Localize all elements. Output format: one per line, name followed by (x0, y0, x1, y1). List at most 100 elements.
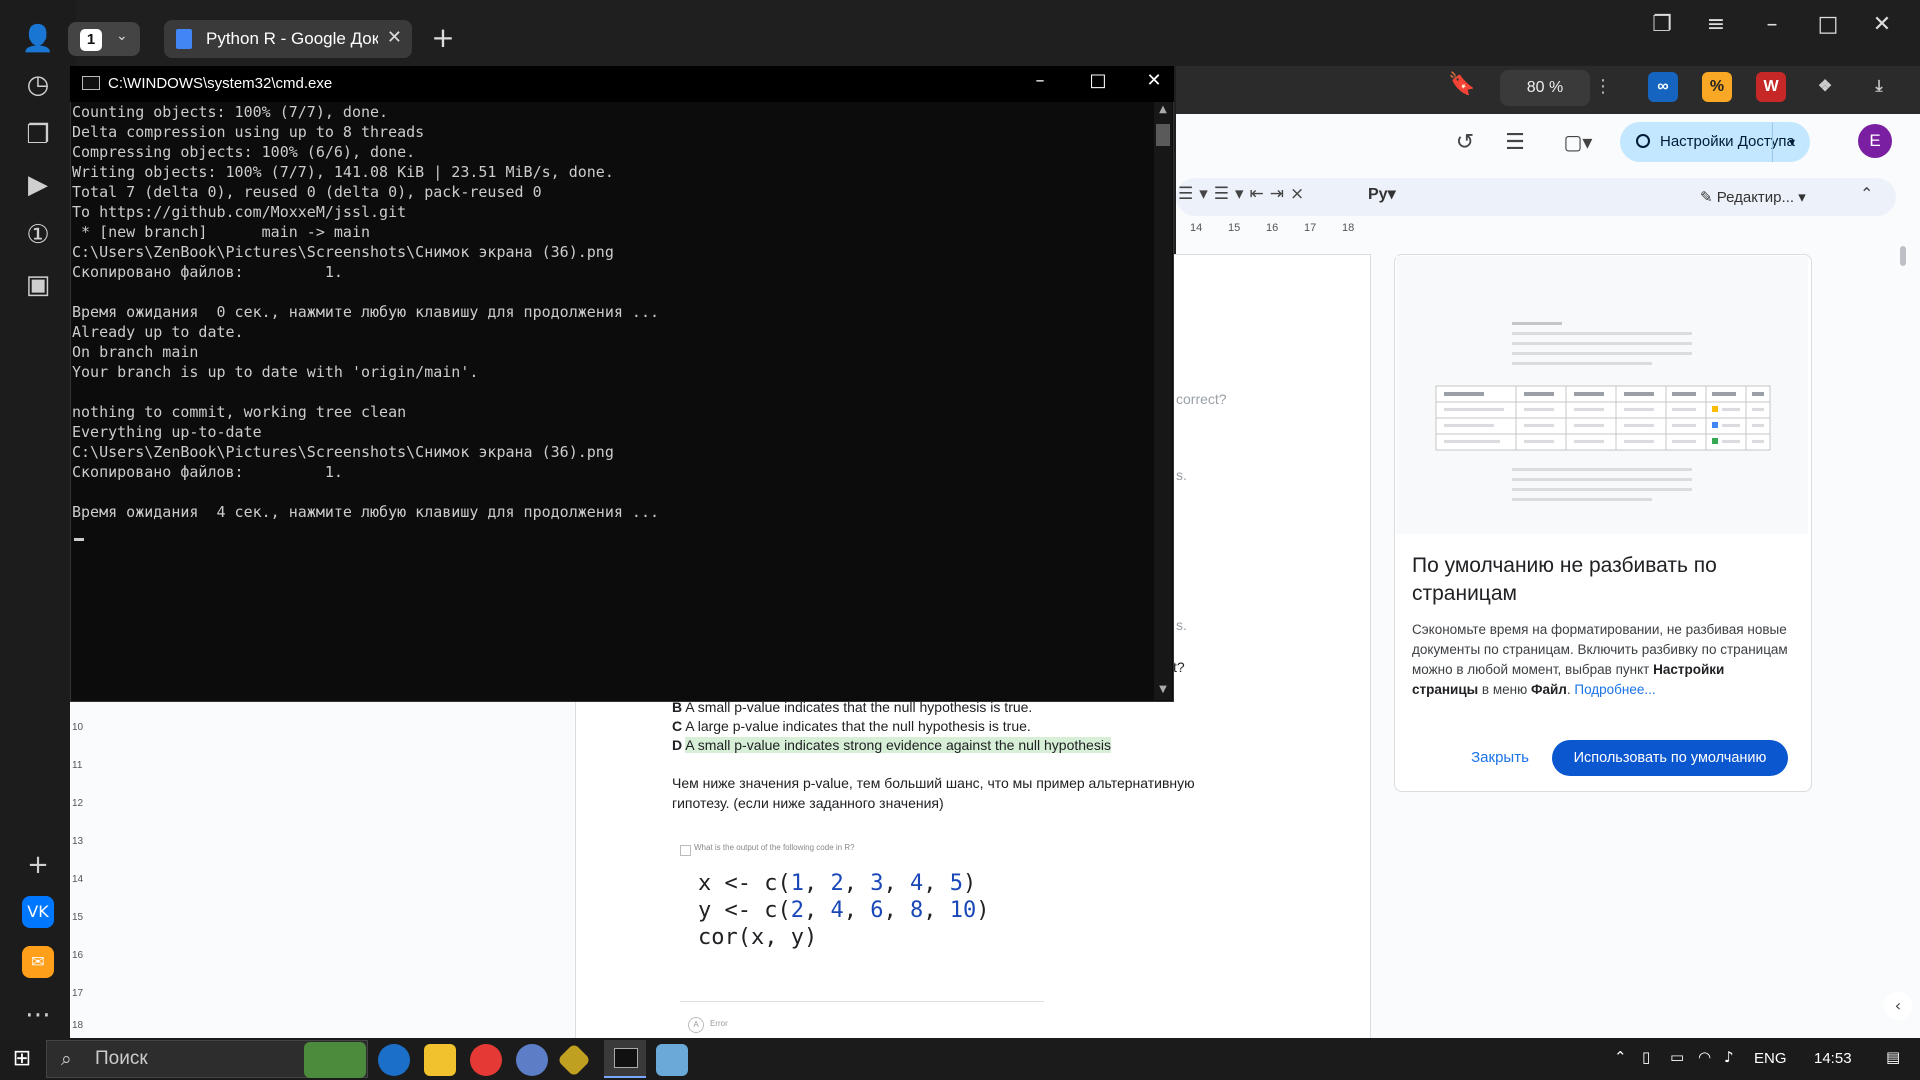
new-tab-button[interactable]: + (428, 24, 458, 54)
edge-icon[interactable] (378, 1044, 410, 1076)
vk-icon[interactable]: VK (22, 896, 54, 928)
windows-start-icon[interactable]: ⊞ (0, 1038, 44, 1080)
cmd-title: C:\WINDOWS\system32\cmd.exe (108, 75, 333, 92)
r-studio-icon[interactable] (516, 1044, 548, 1076)
yandex-browser-icon[interactable] (470, 1044, 502, 1076)
bookmark-icon[interactable]: 🔖 (1448, 72, 1476, 100)
comments-icon[interactable]: ☰ (1500, 130, 1530, 160)
card-text-bold: Файл (1530, 682, 1567, 697)
editing-mode-dropdown[interactable]: ✎ Редактир... ▾ (1700, 182, 1820, 212)
option-text-highlighted: A small p-value indicates strong evidenc… (685, 737, 1111, 753)
ruler-mark: 16 (1266, 222, 1279, 234)
divider (680, 1001, 1044, 1002)
pencil-icon: ✎ (1700, 188, 1713, 206)
close-card-button[interactable]: Закрыть (1468, 740, 1532, 776)
tab-google-docs[interactable]: Python R - Google Доку ✕ (164, 20, 412, 58)
cmd-line: Counting objects: 100% (7/7), done. (72, 103, 389, 121)
menu-icon[interactable]: ≡ (1696, 10, 1736, 40)
minimize-icon[interactable]: – (1752, 10, 1792, 40)
cmd-cursor (74, 538, 84, 541)
notifications-icon[interactable]: ▤ (1886, 1048, 1900, 1066)
table-illustration (1396, 256, 1808, 534)
extension-percent-icon[interactable]: % (1702, 72, 1732, 102)
zoom-indicator[interactable]: 80 % (1500, 70, 1590, 106)
language-indicator[interactable]: ENG (1754, 1050, 1787, 1067)
version-history-icon[interactable]: ↺ (1450, 130, 1480, 160)
ruler-mark: 12 (72, 798, 84, 809)
mail-icon[interactable]: ✉ (22, 946, 54, 978)
code-prefix: y <- c( (698, 898, 791, 923)
bookmarks-panel-icon[interactable]: ❐ (1642, 10, 1682, 40)
share-dropdown-icon[interactable]: ▾ (1772, 122, 1811, 162)
code-line-2: y <- c(2, 4, 6, 8, 10) (698, 898, 990, 923)
clock[interactable]: 14:53 (1814, 1050, 1852, 1067)
extension-infinity-icon[interactable]: ∞ (1648, 72, 1678, 102)
volume-icon[interactable]: ♪ (1724, 1048, 1734, 1066)
tab-group-counter[interactable]: 1 ⌄ (68, 22, 140, 56)
cmd-minimize-icon[interactable]: – (1020, 70, 1060, 98)
extensions-puzzle-icon[interactable]: ❖ (1810, 72, 1840, 102)
tab-count-icon[interactable]: ① (19, 216, 57, 254)
more-icon[interactable]: ⋯ (19, 996, 57, 1034)
file-explorer-icon[interactable] (424, 1044, 456, 1076)
list-indent-tools[interactable]: ☰▾☰▾⇤⇥⨯ (1178, 184, 1398, 210)
code-line-3: cor(x, y) (698, 925, 818, 950)
history-icon[interactable]: ◷ (19, 66, 57, 104)
play-icon[interactable]: ▶ (19, 166, 57, 204)
maximize-icon[interactable]: □ (1808, 10, 1848, 40)
cmd-maximize-icon[interactable]: □ (1078, 70, 1118, 98)
collections-icon[interactable]: ❐ (19, 116, 57, 154)
doc-fragment: correct? (1176, 391, 1227, 407)
screenshot-icon[interactable]: ▣ (19, 266, 57, 304)
extension-w-icon[interactable]: W (1756, 72, 1786, 102)
search-highlight-image (304, 1042, 366, 1078)
cmd-scroll-thumb[interactable] (1156, 124, 1170, 146)
input-tools-button[interactable]: Pу▾ (1368, 184, 1408, 210)
ruler-mark: 11 (72, 760, 83, 771)
code-prefix: x <- c( (698, 871, 791, 896)
scroll-up-icon[interactable]: ▲ (1156, 104, 1170, 118)
code-number: 4 (909, 871, 924, 896)
code-number: 2 (790, 898, 804, 923)
tray-chevron-icon[interactable]: ⌃ (1614, 1048, 1627, 1066)
wifi-icon[interactable]: ◠ (1698, 1048, 1711, 1066)
ruler-mark: 18 (1342, 222, 1355, 234)
share-button[interactable]: Настройки Доступа ▾ (1620, 122, 1810, 162)
code-number: 8 (909, 898, 924, 923)
search-placeholder: Поиск (95, 1048, 148, 1069)
side-panel-toggle-icon[interactable]: ‹ (1884, 992, 1912, 1020)
close-window-icon[interactable]: ✕ (1862, 10, 1902, 40)
download-icon[interactable]: ⤓ (1864, 72, 1894, 102)
card-title: По умолчанию не разбивать по страницам (1412, 554, 1717, 605)
docs-scrollbar[interactable] (1900, 246, 1906, 266)
avatar[interactable]: E (1858, 124, 1892, 158)
cmd-line: Writing objects: 100% (7/7), 141.08 KiB … (72, 163, 614, 181)
terminal-icon (614, 1048, 638, 1068)
ruler-mark: 14 (1190, 222, 1203, 234)
use-default-button[interactable]: Использовать по умолчанию (1552, 740, 1788, 776)
profile-icon[interactable]: 👤 (19, 20, 57, 58)
cmd-output[interactable]: Counting objects: 100% (7/7), done. Delta… (72, 102, 1152, 700)
collapse-toolbar-icon[interactable]: ⌃ (1860, 184, 1882, 210)
device-icon[interactable]: ▯ (1642, 1048, 1650, 1066)
table-illustration-graphic (1396, 256, 1808, 534)
note-line: гипотезу. (если ниже заданного значения) (672, 795, 944, 811)
close-tab-icon[interactable]: ✕ (387, 27, 402, 48)
google-docs-icon (176, 29, 192, 49)
option-letter: D (672, 737, 683, 753)
learn-more-link[interactable]: Подробнее... (1574, 682, 1655, 697)
ruler-mark: 10 (72, 722, 84, 733)
add-icon[interactable]: + (19, 846, 57, 884)
cmd-line: Delta compression using up to 8 threads (72, 123, 425, 141)
scroll-down-icon[interactable]: ▼ (1156, 684, 1170, 698)
cmd-scrollbar[interactable] (1154, 102, 1172, 700)
doc-fragment: s. (1176, 467, 1187, 483)
cmd-line: On branch main (72, 343, 199, 361)
cmd-close-icon[interactable]: ✕ (1134, 70, 1174, 98)
battery-icon[interactable]: ▭ (1670, 1048, 1684, 1066)
cmd-taskbar-button[interactable] (604, 1040, 646, 1078)
cmd-title-bar[interactable]: C:\WINDOWS\system32\cmd.exe – □ ✕ (70, 66, 1174, 102)
notes-app-icon[interactable] (656, 1044, 688, 1076)
meet-icon[interactable]: ▢▾ (1556, 130, 1600, 160)
more-options-icon[interactable]: ⋮ (1594, 72, 1612, 102)
